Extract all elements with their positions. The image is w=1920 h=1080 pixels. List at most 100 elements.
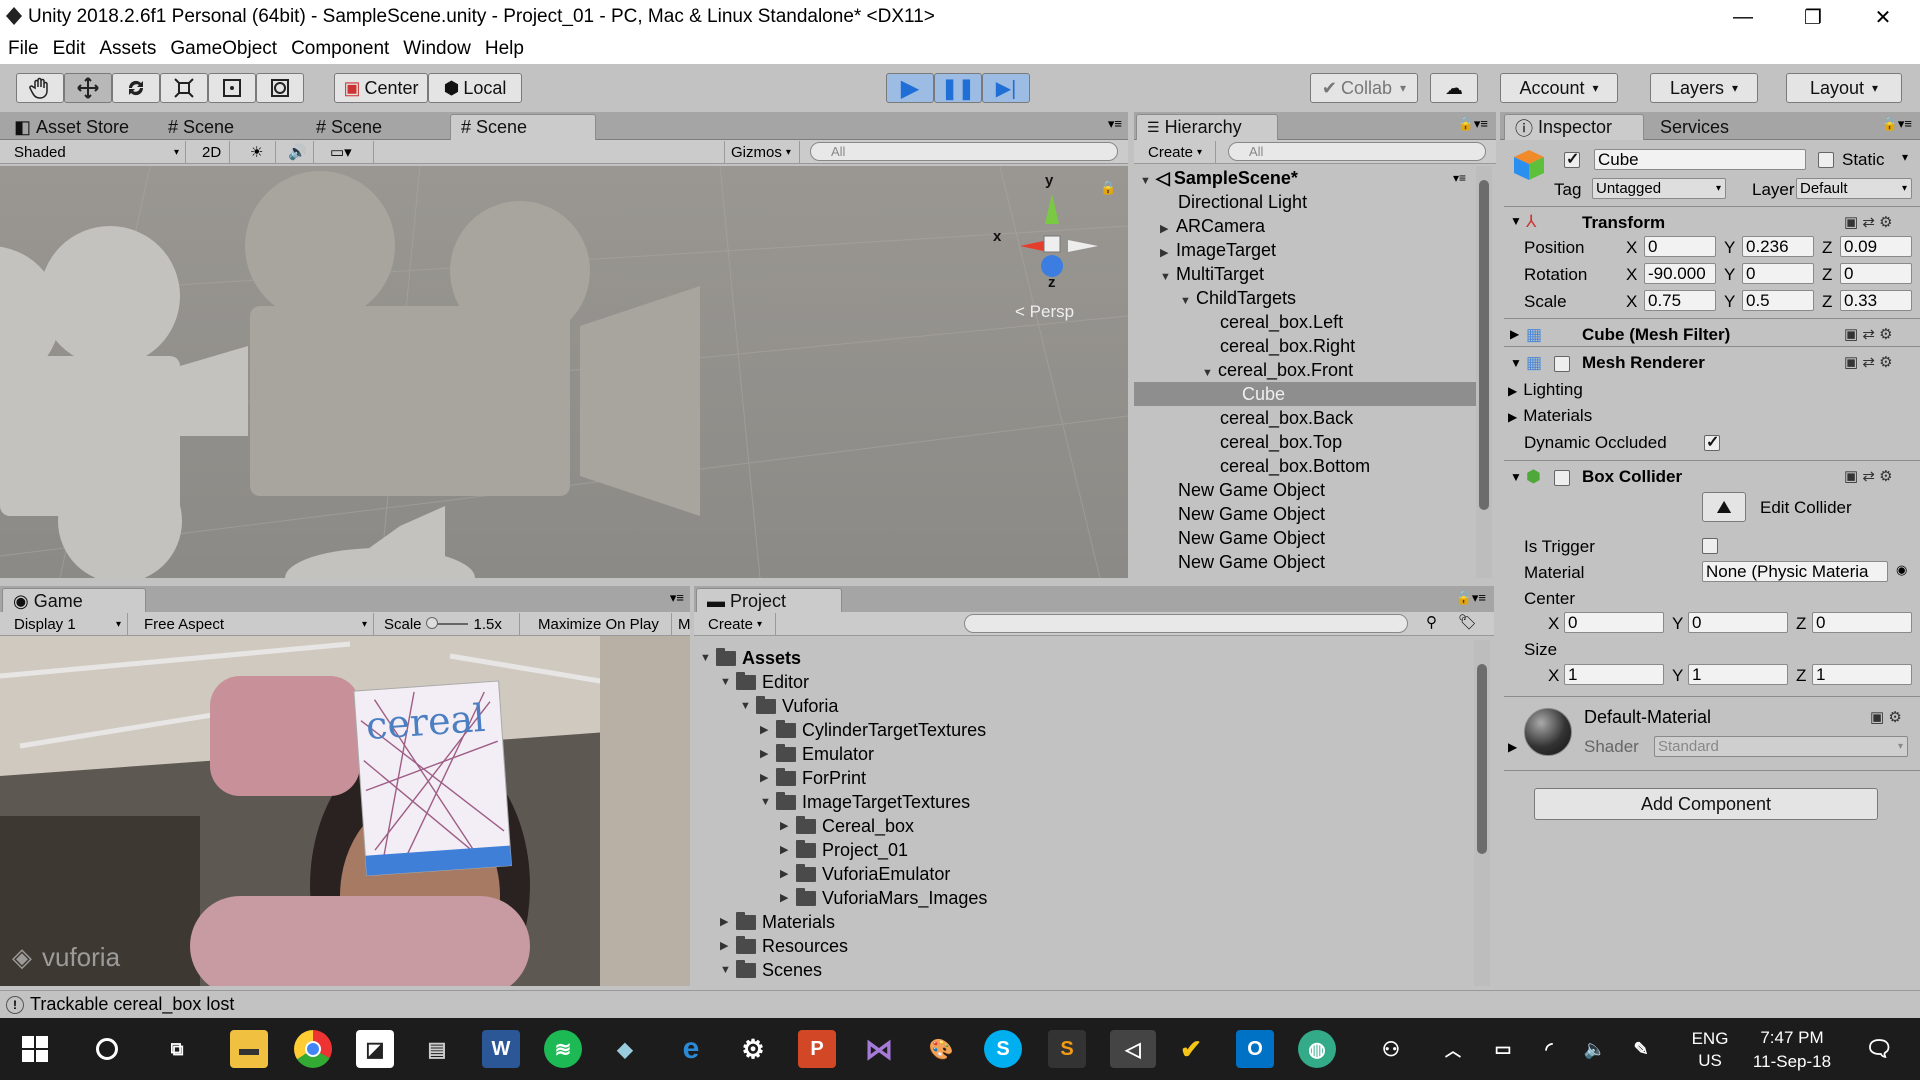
show-hidden-icons[interactable]: ︿ bbox=[1434, 1030, 1472, 1068]
pivot-center-button[interactable]: ▣ Center bbox=[334, 73, 428, 103]
hierarchy-search-input[interactable]: All bbox=[1228, 142, 1486, 161]
task-view-icon[interactable]: ⧉ bbox=[158, 1030, 196, 1068]
transform-tool-button[interactable] bbox=[256, 73, 304, 103]
scrollbar-thumb[interactable] bbox=[1479, 180, 1489, 510]
visual-studio-icon[interactable]: ⋈ bbox=[860, 1030, 898, 1068]
center-x-field[interactable]: 0 bbox=[1564, 612, 1664, 633]
hierarchy-item[interactable]: cereal_box.Right bbox=[1134, 334, 1476, 358]
hierarchy-item[interactable]: New Game Object bbox=[1134, 502, 1476, 526]
hierarchy-item-selected[interactable]: Cube bbox=[1134, 382, 1476, 406]
foldout-icon[interactable]: ▶ bbox=[1510, 327, 1519, 341]
tab-services[interactable]: Services bbox=[1650, 114, 1739, 140]
shader-dropdown[interactable]: Standard ▾ bbox=[1654, 736, 1908, 757]
foldout-icon[interactable]: ▼ bbox=[1510, 214, 1522, 228]
hierarchy-item[interactable]: New Game Object bbox=[1134, 550, 1476, 574]
expand-arrow-icon[interactable]: ▼ bbox=[740, 694, 756, 718]
static-dropdown-icon[interactable]: ▾ bbox=[1902, 150, 1908, 164]
hand-tool-button[interactable] bbox=[16, 73, 64, 103]
hierarchy-create-dropdown[interactable]: Create ▾ bbox=[1142, 141, 1216, 163]
move-tool-button[interactable] bbox=[64, 73, 112, 103]
hierarchy-item[interactable]: cereal_box.Left bbox=[1134, 310, 1476, 334]
layers-dropdown[interactable]: Layers bbox=[1650, 73, 1758, 103]
file-explorer-icon[interactable]: ▬ bbox=[230, 1030, 268, 1068]
pen-icon[interactable]: ✎ bbox=[1622, 1030, 1660, 1068]
foldout-icon[interactable]: ▼ bbox=[1510, 356, 1522, 370]
box-collider-checkbox[interactable] bbox=[1554, 470, 1570, 486]
game-view[interactable]: cereal ◈ vuforia bbox=[0, 636, 690, 986]
expand-arrow-icon[interactable]: ▶ bbox=[780, 862, 796, 886]
panel-menu-icon[interactable]: ▾≡ bbox=[1108, 116, 1122, 132]
persp-label[interactable]: < Persp bbox=[1015, 302, 1074, 322]
sticky-notes-icon[interactable]: ◪ bbox=[356, 1030, 394, 1068]
project-folder[interactable]: ▶ Materials bbox=[720, 910, 835, 934]
lighting-foldout[interactable]: ▶ Lighting bbox=[1508, 380, 1583, 400]
close-button[interactable]: ✕ bbox=[1850, 0, 1916, 34]
tab-inspector[interactable]: ⓘ Inspector bbox=[1504, 114, 1644, 140]
expand-arrow-icon[interactable]: ▶ bbox=[720, 910, 736, 934]
position-x-field[interactable]: 0 bbox=[1644, 236, 1716, 257]
menu-help[interactable]: Help bbox=[485, 38, 524, 60]
pause-button[interactable]: ❚❚ bbox=[934, 73, 982, 103]
menu-file[interactable]: File bbox=[8, 38, 39, 60]
hierarchy-item[interactable]: cereal_box.Back bbox=[1134, 406, 1476, 430]
size-y-field[interactable]: 1 bbox=[1688, 664, 1788, 685]
language-indicator[interactable]: ENG US bbox=[1690, 1028, 1730, 1072]
component-help-icons[interactable]: ▣ ⇄ ⚙ bbox=[1844, 213, 1893, 231]
rotation-y-field[interactable]: 0 bbox=[1742, 263, 1814, 284]
dynamic-occluded-checkbox[interactable] bbox=[1704, 432, 1720, 452]
layer-dropdown[interactable]: Default ▾ bbox=[1796, 178, 1912, 199]
cortana-search-icon[interactable] bbox=[88, 1030, 126, 1068]
skype-icon[interactable]: S bbox=[984, 1030, 1022, 1068]
pivot-local-button[interactable]: ⬢ Local bbox=[428, 73, 522, 103]
scene-root[interactable]: ▼ ◁ SampleScene* ▾≡ bbox=[1134, 166, 1476, 190]
expand-arrow-icon[interactable]: ▶ bbox=[760, 742, 776, 766]
project-folder[interactable]: ▶ Resources bbox=[720, 934, 848, 958]
paint-icon[interactable]: 🎨 bbox=[922, 1030, 960, 1068]
tab-project[interactable]: ▬ Project bbox=[696, 588, 842, 614]
tab-scene-2[interactable]: # Scene bbox=[306, 114, 392, 140]
rotation-x-field[interactable]: -90.000 bbox=[1644, 263, 1716, 284]
display-dropdown[interactable]: Display 1 ▾ bbox=[8, 613, 128, 635]
spotify-icon[interactable]: ≋ bbox=[544, 1030, 582, 1068]
physic-material-field[interactable]: None (Physic Materia bbox=[1702, 561, 1888, 582]
project-folder[interactable]: ▼ Assets bbox=[700, 646, 801, 670]
hierarchy-item[interactable]: ▼ MultiTarget bbox=[1134, 262, 1476, 286]
expand-arrow-icon[interactable]: ▼ bbox=[720, 670, 736, 694]
account-dropdown[interactable]: Account bbox=[1500, 73, 1618, 103]
word-icon[interactable]: W bbox=[482, 1030, 520, 1068]
audio-toggle[interactable]: 🔊 bbox=[282, 141, 314, 163]
gizmos-dropdown[interactable]: Gizmos ▾ bbox=[724, 141, 800, 163]
step-button[interactable]: ▶| bbox=[982, 73, 1030, 103]
active-checkbox[interactable] bbox=[1564, 149, 1580, 169]
project-folder[interactable]: ▼ Editor bbox=[720, 670, 809, 694]
menu-component[interactable]: Component bbox=[291, 38, 389, 60]
collab-button[interactable]: ✔ Collab bbox=[1310, 73, 1418, 103]
foldout-icon[interactable]: ▼ bbox=[1510, 470, 1522, 484]
mute-audio-toggle[interactable]: Mu bbox=[672, 613, 690, 635]
menu-gameobject[interactable]: GameObject bbox=[170, 38, 277, 60]
scale-slider[interactable]: Scale 1.5x bbox=[378, 613, 520, 635]
scene-view[interactable]: y x z 🔒 < Persp bbox=[0, 166, 1128, 578]
notifications-icon[interactable]: 🗨 bbox=[1860, 1030, 1898, 1068]
is-trigger-checkbox[interactable] bbox=[1702, 538, 1718, 554]
layout-dropdown[interactable]: Layout bbox=[1786, 73, 1902, 103]
outlook-icon[interactable]: O bbox=[1236, 1030, 1274, 1068]
cloud-button[interactable]: ☁ bbox=[1430, 73, 1478, 103]
hierarchy-item[interactable]: ▶ ARCamera bbox=[1134, 214, 1476, 238]
expand-arrow-icon[interactable]: ▶ bbox=[760, 766, 776, 790]
position-y-field[interactable]: 0.236 bbox=[1742, 236, 1814, 257]
tab-asset-store[interactable]: ◧ Asset Store bbox=[4, 114, 139, 140]
hierarchy-item[interactable]: New Game Object bbox=[1134, 526, 1476, 550]
center-z-field[interactable]: 0 bbox=[1812, 612, 1912, 633]
tab-hierarchy[interactable]: ☰ Hierarchy bbox=[1136, 114, 1278, 140]
scrollbar-thumb[interactable] bbox=[1477, 664, 1487, 854]
rotation-z-field[interactable]: 0 bbox=[1840, 263, 1912, 284]
menu-window[interactable]: Window bbox=[403, 38, 471, 60]
static-checkbox[interactable] bbox=[1818, 152, 1834, 168]
project-folder[interactable]: ▶ Emulator bbox=[760, 742, 874, 766]
tab-scene-3[interactable]: # Scene bbox=[450, 114, 596, 140]
project-search-input[interactable] bbox=[964, 614, 1408, 633]
project-create-dropdown[interactable]: Create ▾ bbox=[702, 613, 776, 635]
sketch-app-icon[interactable]: ◆ bbox=[606, 1030, 644, 1068]
project-folder[interactable]: ▼ Scenes bbox=[720, 958, 822, 982]
